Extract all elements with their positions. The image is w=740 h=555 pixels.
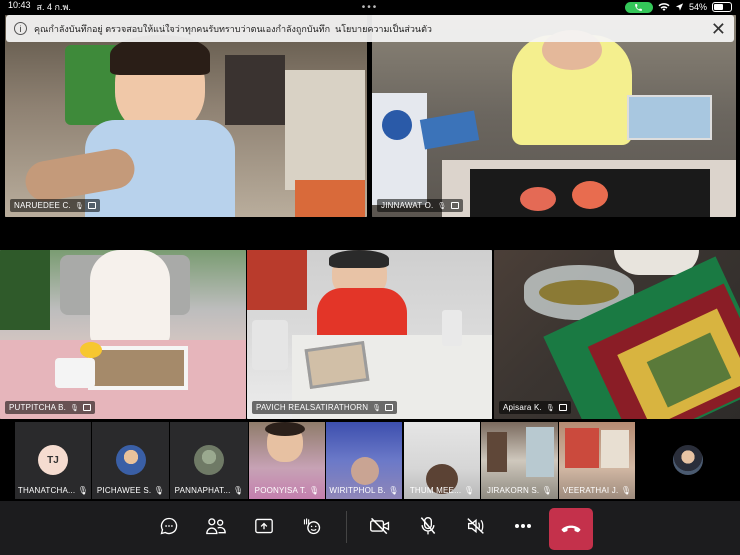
camera-off-icon (370, 517, 390, 535)
mic-off-icon: 🎙 (463, 486, 475, 495)
location-icon (675, 3, 684, 11)
participant-thumbnail[interactable]: VEERATHAI J. 🎙 (559, 422, 635, 499)
video-tile[interactable]: Apisara K. 🎙 (494, 250, 740, 419)
mic-off-icon: 🎙 (153, 486, 165, 495)
reactions-button[interactable] (297, 511, 327, 541)
pin-icon (83, 404, 92, 411)
mic-off-icon: 🎙 (620, 486, 632, 495)
camera-toggle-button[interactable] (365, 511, 395, 541)
chat-icon (160, 517, 178, 535)
participant-name: THUM MEE... 🎙 (409, 486, 475, 495)
clock: 10:43 (8, 0, 31, 10)
more-icon (515, 524, 531, 528)
video-tile[interactable]: JINNAWAT O. 🎙 (372, 15, 736, 217)
privacy-policy-link[interactable]: นโยบายความเป็นส่วนตัว (335, 22, 432, 36)
video-tile[interactable]: NARUEDEE C. 🎙 (5, 15, 367, 217)
participant-name: POONYISA T. 🎙 (254, 486, 320, 495)
share-screen-icon (255, 518, 273, 534)
wifi-icon (658, 3, 670, 11)
hang-up-icon (561, 525, 581, 533)
date: ส. 4 ก.พ. (36, 2, 71, 12)
participant-name: WIRITPHOL B. 🎙 (329, 486, 399, 495)
multitasking-dots[interactable]: ••• (362, 2, 379, 13)
teams-meeting-screen: 10:43 ส. 4 ก.พ. ••• 54% i คุณกำลังบันทึก… (0, 0, 740, 555)
participant-name: PICHAWEE S. 🎙 (96, 486, 165, 495)
mic-off-icon: 🎙 (545, 404, 555, 412)
raise-hand-icon (303, 518, 321, 535)
video-tile[interactable]: PUTPITCHA B. 🎙 (0, 250, 246, 419)
participant-name-tag: PAVICH REALSATIRATHORN 🎙 (252, 401, 398, 414)
active-call-pill[interactable] (624, 1, 653, 13)
participant-name-tag: PUTPITCHA B. 🎙 (5, 401, 96, 414)
mic-off-icon: 🎙 (74, 202, 84, 210)
ios-status-bar: 10:43 ส. 4 ก.พ. ••• 54% (0, 0, 740, 14)
mic-off-icon: 🎙 (77, 486, 89, 495)
participant-thumbnail[interactable]: PICHAWEE S. 🎙 (92, 422, 169, 499)
close-icon[interactable]: ✕ (711, 20, 726, 38)
video-tile[interactable]: PAVICH REALSATIRATHORN 🎙 (247, 250, 492, 419)
recording-message: คุณกำลังบันทึกอยู่ ตรวจสอบให้แน่ใจว่าทุก… (34, 23, 331, 34)
mic-off-icon: 🎙 (372, 404, 382, 412)
avatar: TJ (38, 445, 68, 475)
avatar (116, 445, 146, 475)
mic-off-icon: 🎙 (541, 486, 553, 495)
leave-call-button[interactable] (549, 508, 593, 550)
participant-thumbnail[interactable]: JIRAKORN S. 🎙 (481, 422, 558, 499)
meeting-toolbar (0, 501, 740, 555)
phone-icon (635, 3, 643, 11)
mic-off-icon: 🎙 (437, 202, 447, 210)
participant-name-tag: JINNAWAT O. 🎙 (377, 199, 463, 212)
self-view-avatar[interactable] (673, 445, 703, 475)
pin-icon (87, 202, 96, 209)
participant-name: THANATCHA... 🎙 (17, 486, 89, 495)
pin-icon (385, 404, 394, 411)
mic-toggle-button[interactable] (413, 511, 443, 541)
participant-thumbnail[interactable]: WIRITPHOL B. 🎙 (326, 422, 402, 499)
info-icon: i (14, 22, 27, 35)
battery-icon (712, 2, 732, 12)
speaker-off-icon (467, 518, 484, 534)
participant-name: VEERATHAI J. 🎙 (562, 486, 632, 495)
participant-thumbnail[interactable]: TJ THANATCHA... 🎙 (15, 422, 91, 499)
toolbar-divider (346, 511, 347, 543)
recording-banner: i คุณกำลังบันทึกอยู่ ตรวจสอบให้แน่ใจว่าท… (6, 15, 734, 42)
mic-off-icon: 🎙 (308, 486, 320, 495)
speaker-toggle-button[interactable] (461, 511, 491, 541)
mic-off-icon: 🎙 (70, 404, 80, 412)
avatar (194, 445, 224, 475)
pin-icon (450, 202, 459, 209)
chat-button[interactable] (154, 511, 184, 541)
participant-thumbnail[interactable]: POONYISA T. 🎙 (249, 422, 325, 499)
people-icon (206, 518, 226, 535)
participant-thumbnail[interactable]: PANNAPHAT... 🎙 (170, 422, 248, 499)
participant-name-tag: NARUEDEE C. 🎙 (10, 199, 100, 212)
share-button[interactable] (249, 511, 279, 541)
battery-percent: 54% (688, 2, 707, 12)
mic-off-icon: 🎙 (232, 486, 244, 495)
participant-name: JIRAKORN S. 🎙 (486, 486, 553, 495)
participants-button[interactable] (201, 511, 231, 541)
more-options-button[interactable] (508, 511, 538, 541)
participant-name: PANNAPHAT... 🎙 (174, 486, 244, 495)
participant-name-tag: Apisara K. 🎙 (499, 401, 571, 414)
mic-off-icon (420, 517, 436, 535)
participant-thumbnail[interactable]: THUM MEE... 🎙 (404, 422, 480, 499)
pin-icon (559, 404, 567, 411)
mic-off-icon: 🎙 (388, 486, 399, 495)
